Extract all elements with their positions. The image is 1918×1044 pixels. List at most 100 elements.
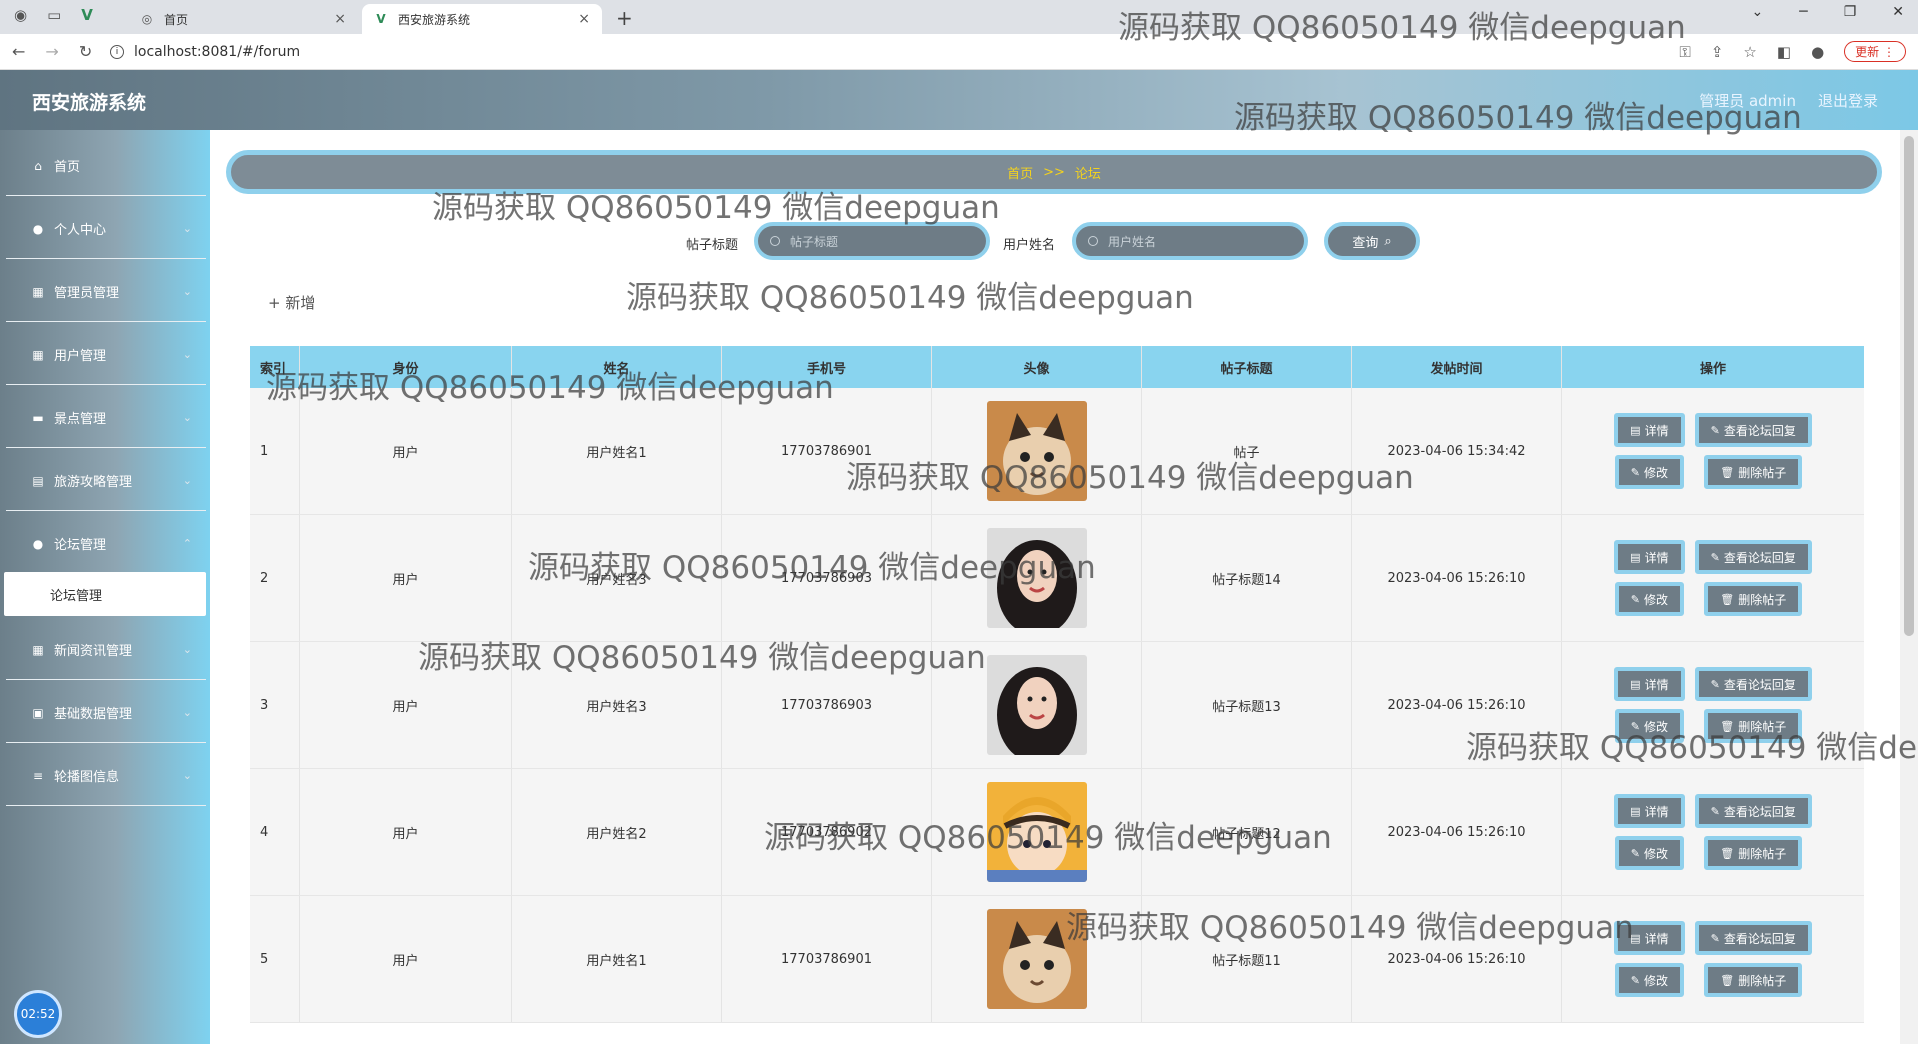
clock-widget: 02:52 (14, 990, 62, 1038)
sidebar-item-spots[interactable]: ▬ 景点管理 ⌄ (6, 388, 206, 448)
minimize-icon[interactable]: ─ (1799, 4, 1807, 20)
nav-buttons: ← → ↻ (12, 42, 92, 61)
key-icon[interactable]: ⚿ (1679, 43, 1690, 61)
delete-post-button[interactable]: 🗑 删除帖子 (1704, 709, 1803, 743)
title-search-input[interactable]: 帖子标题 (754, 222, 990, 260)
cell-actions: ▤ 详情 ✎ 查看论坛回复 ✎ 修改 🗑 删除帖子 (1562, 388, 1864, 514)
search-icon: ⌕ (1384, 233, 1392, 249)
sidebar-item-basedata[interactable]: ▣ 基础数据管理 ⌄ (6, 683, 206, 743)
view-replies-button[interactable]: ✎ 查看论坛回复 (1694, 667, 1812, 701)
logout-link[interactable]: 退出登录 (1818, 90, 1878, 111)
cell-role: 用户 (300, 515, 512, 641)
search-button[interactable]: 查询 ⌕ (1324, 222, 1420, 260)
action-buttons: ▤ 详情 ✎ 查看论坛回复 ✎ 修改 🗑 删除帖子 (1614, 540, 1812, 616)
edit-icon: ✎ (1710, 423, 1720, 437)
cell-role: 用户 (300, 769, 512, 895)
cell-phone: 17703786903 (722, 642, 932, 768)
chevron-down-icon: ⌄ (182, 411, 192, 424)
browser-tab-bar: ◉ ▭ V ◎ 首页 × V 西安旅游系统 × + ⌄ ─ ❐ ✕ (0, 0, 1918, 34)
submenu-forum-management[interactable]: 论坛管理 (4, 572, 206, 616)
add-button[interactable]: + 新增 (268, 292, 315, 313)
sidebar-item-carousel[interactable]: ≡ 轮播图信息 ⌄ (6, 746, 206, 806)
cell-post-time: 2023-04-06 15:26:10 (1352, 642, 1562, 768)
browser-icon[interactable]: ◉ (14, 6, 27, 24)
edit-button[interactable]: ✎ 修改 (1614, 709, 1684, 743)
sidepanel-icon[interactable]: ◧ (1777, 43, 1791, 61)
detail-button[interactable]: ▤ 详情 (1614, 794, 1685, 828)
update-button[interactable]: 更新 ⋮ (1844, 41, 1906, 62)
sidebar-item-label: 个人中心 (54, 223, 107, 238)
edit-button[interactable]: ✎ 修改 (1614, 836, 1684, 870)
chat-icon: ▬ (32, 410, 44, 425)
col-header-avatar: 头像 (932, 346, 1142, 388)
search-button-label: 查询 (1352, 235, 1379, 251)
detail-button[interactable]: ▤ 详情 (1614, 413, 1685, 447)
detail-button[interactable]: ▤ 详情 (1614, 540, 1685, 574)
sidebar-item-users[interactable]: ▦ 用户管理 ⌄ (6, 325, 206, 385)
back-icon[interactable]: ← (12, 42, 25, 61)
delete-post-button[interactable]: 🗑 删除帖子 (1704, 582, 1803, 616)
sidebar-item-guides[interactable]: ▤ 旅游攻略管理 ⌄ (6, 451, 206, 511)
cell-index: 3 (250, 642, 300, 768)
cell-post-title: 帖子标题14 (1142, 515, 1352, 641)
update-label: 更新 (1855, 45, 1880, 59)
view-replies-button[interactable]: ✎ 查看论坛回复 (1694, 794, 1812, 828)
table-body: 1 用户 用户姓名1 17703786901 帖子 2023-04-06 15:34:42… (250, 388, 1864, 1023)
breadcrumb-home[interactable]: 首页 (1007, 163, 1033, 182)
detail-label: 详情 (1644, 423, 1669, 438)
user-search-input[interactable]: 用户姓名 (1072, 222, 1308, 260)
tab-search-icon[interactable]: ⌄ (1752, 4, 1764, 20)
delete-post-button[interactable]: 🗑 删除帖子 (1704, 963, 1803, 997)
col-header-title: 帖子标题 (1142, 346, 1352, 388)
view-replies-button[interactable]: ✎ 查看论坛回复 (1694, 540, 1812, 574)
trash-icon: 🗑 (1720, 846, 1735, 860)
detail-label: 详情 (1644, 931, 1669, 946)
delete-post-button[interactable]: 🗑 删除帖子 (1704, 455, 1803, 489)
reload-icon[interactable]: ↻ (79, 42, 92, 61)
sidebar-item-news[interactable]: ▦ 新闻资讯管理 ⌄ (6, 620, 206, 680)
detail-button[interactable]: ▤ 详情 (1614, 921, 1685, 955)
view-replies-button[interactable]: ✎ 查看论坛回复 (1694, 921, 1812, 955)
edit-button[interactable]: ✎ 修改 (1614, 582, 1684, 616)
sidebar-item-admins[interactable]: ▦ 管理员管理 ⌄ (6, 262, 206, 322)
trash-icon: 🗑 (1720, 973, 1735, 987)
scrollbar-thumb[interactable] (1904, 136, 1914, 636)
sidebar-item-forum[interactable]: ● 论坛管理 ⌃ (6, 514, 206, 574)
star-icon[interactable]: ☆ (1743, 43, 1756, 61)
edit-button[interactable]: ✎ 修改 (1614, 963, 1684, 997)
info-icon[interactable]: i (110, 45, 124, 59)
new-tab-icon[interactable]: + (616, 6, 633, 30)
sidebar-item-home[interactable]: ⌂ 首页 (6, 136, 206, 196)
chevron-down-icon: ⌄ (182, 769, 192, 782)
close-window-icon[interactable]: ✕ (1892, 4, 1904, 20)
grid-icon: ▦ (32, 347, 44, 362)
vue-icon: V (376, 12, 386, 26)
url-field[interactable]: i localhost:8081/#/forum (110, 40, 1670, 64)
avatar (986, 909, 1087, 1009)
restore-icon[interactable]: ❐ (1844, 4, 1857, 20)
chevron-down-icon: ⌄ (182, 285, 192, 298)
edit-button[interactable]: ✎ 修改 (1614, 455, 1684, 489)
forward-icon[interactable]: → (45, 42, 58, 61)
view-replies-label: 查看论坛回复 (1723, 931, 1796, 946)
submenu-label: 论坛管理 (50, 588, 103, 604)
tab-home[interactable]: ◎ 首页 × (128, 4, 358, 34)
close-tab-icon[interactable]: × (334, 11, 346, 27)
tab-app[interactable]: V 西安旅游系统 × (362, 4, 602, 34)
share-icon[interactable]: ⇪ (1711, 43, 1724, 61)
header-right: 管理员 admin 退出登录 (1699, 90, 1878, 111)
tab-home-title: 首页 (164, 12, 189, 27)
grid-icon: ▦ (32, 284, 44, 299)
chevron-down-icon: ⌄ (182, 474, 192, 487)
view-replies-button[interactable]: ✎ 查看论坛回复 (1694, 413, 1812, 447)
detail-button[interactable]: ▤ 详情 (1614, 667, 1685, 701)
vue-icon[interactable]: V (81, 6, 93, 24)
delete-post-button[interactable]: 🗑 删除帖子 (1704, 836, 1803, 870)
sidebar-item-profile[interactable]: ● 个人中心 ⌄ (6, 199, 206, 259)
profile-icon[interactable]: ● (1811, 43, 1824, 61)
blank-tab-icon[interactable]: ▭ (47, 6, 61, 24)
close-tab-icon[interactable]: × (578, 11, 590, 27)
table-row: 1 用户 用户姓名1 17703786901 帖子 2023-04-06 15:34:42… (250, 388, 1864, 515)
user-search-placeholder: 用户姓名 (1108, 234, 1157, 249)
detail-label: 详情 (1644, 804, 1669, 819)
